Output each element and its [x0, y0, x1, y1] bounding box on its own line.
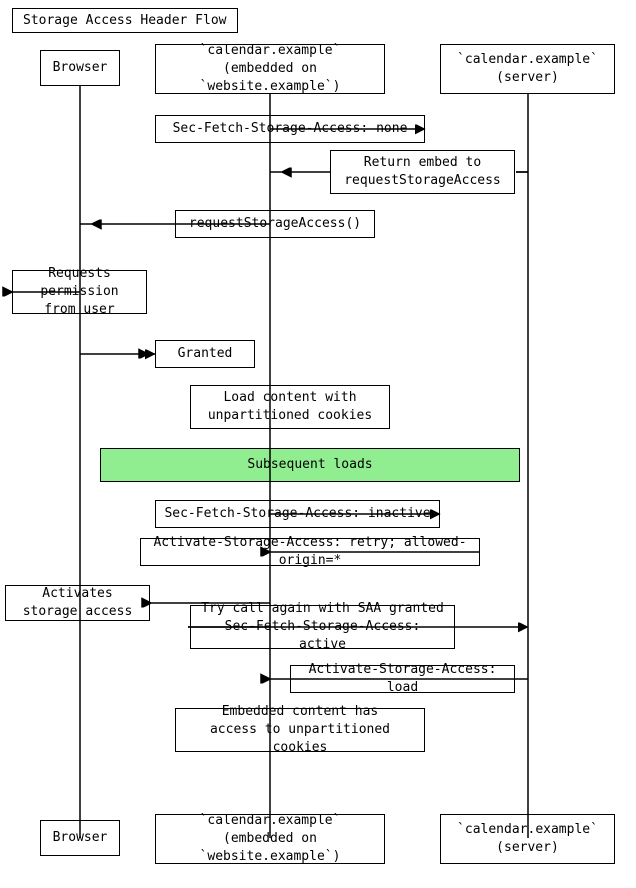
title-box: Storage Access Header Flow: [12, 8, 238, 33]
browser-bottom-label: Browser: [53, 829, 108, 847]
browser-top-label: Browser: [53, 59, 108, 77]
requests-permission: Requests permission from user: [12, 270, 147, 314]
calendar-embedded-bottom-label: `calendar.example` (embedded on `website…: [164, 812, 376, 867]
calendar-embedded-top-label: `calendar.example` (embedded on `website…: [164, 42, 376, 97]
sec-fetch-none-label: Sec-Fetch-Storage-Access: none: [173, 120, 408, 138]
embedded-content-label: Embedded content has access to unpartiti…: [184, 703, 416, 758]
load-content: Load content with unpartitioned cookies: [190, 385, 390, 429]
calendar-embedded-top: `calendar.example` (embedded on `website…: [155, 44, 385, 94]
return-embed-label: Return embed to requestStorageAccess: [344, 154, 501, 190]
browser-bottom: Browser: [40, 820, 120, 856]
subsequent-loads-label: Subsequent loads: [247, 456, 372, 474]
activate-retry: Activate-Storage-Access: retry; allowed-…: [140, 538, 480, 566]
activate-load-label: Activate-Storage-Access: load: [299, 661, 506, 697]
granted-label: Granted: [178, 345, 233, 363]
diagram: Storage Access Header Flow Browser `cale…: [0, 0, 636, 888]
sec-fetch-inactive-label: Sec-Fetch-Storage-Access: inactive: [164, 505, 430, 523]
activates-storage: Activates storage access: [5, 585, 150, 621]
sec-fetch-inactive: Sec-Fetch-Storage-Access: inactive: [155, 500, 440, 528]
sec-fetch-none: Sec-Fetch-Storage-Access: none: [155, 115, 425, 143]
requests-permission-label: Requests permission from user: [21, 265, 138, 320]
request-storage-label: requestStorageAccess(): [189, 215, 361, 233]
title-text: Storage Access Header Flow: [23, 13, 227, 28]
request-storage: requestStorageAccess(): [175, 210, 375, 238]
activate-retry-label: Activate-Storage-Access: retry; allowed-…: [149, 534, 471, 570]
embedded-content: Embedded content has access to unpartiti…: [175, 708, 425, 752]
try-call-again: Try call again with SAA granted Sec-Fetc…: [190, 605, 455, 649]
activate-load: Activate-Storage-Access: load: [290, 665, 515, 693]
return-embed: Return embed to requestStorageAccess: [330, 150, 515, 194]
try-call-again-label: Try call again with SAA granted Sec-Fetc…: [199, 600, 446, 655]
calendar-server-top: `calendar.example` (server): [440, 44, 615, 94]
calendar-server-bottom-label: `calendar.example` (server): [457, 821, 598, 857]
activates-storage-label: Activates storage access: [14, 585, 141, 621]
calendar-server-top-label: `calendar.example` (server): [457, 51, 598, 87]
granted: Granted: [155, 340, 255, 368]
subsequent-loads: Subsequent loads: [100, 448, 520, 482]
browser-top: Browser: [40, 50, 120, 86]
calendar-server-bottom: `calendar.example` (server): [440, 814, 615, 864]
load-content-label: Load content with unpartitioned cookies: [208, 389, 372, 425]
calendar-embedded-bottom: `calendar.example` (embedded on `website…: [155, 814, 385, 864]
